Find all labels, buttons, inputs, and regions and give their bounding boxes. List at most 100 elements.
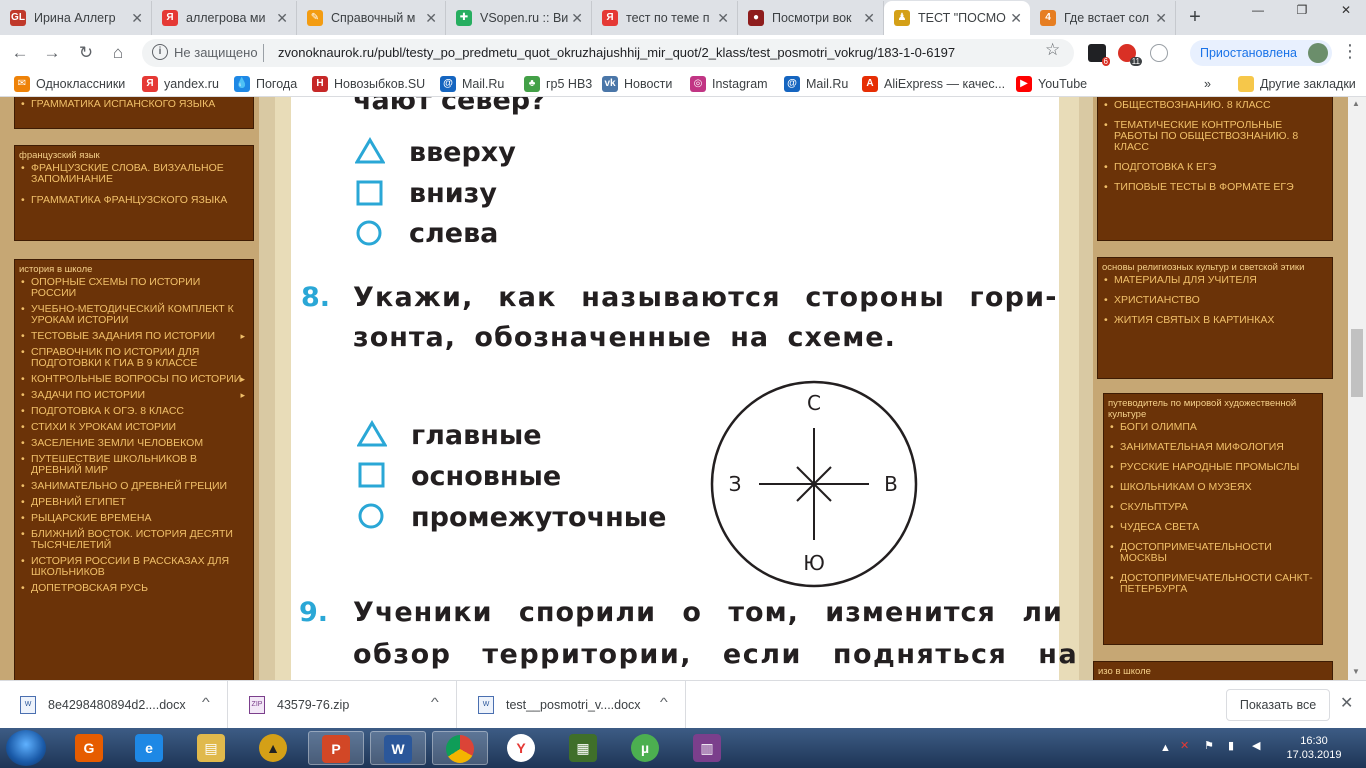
circle-icon[interactable] [357, 502, 387, 530]
square-icon[interactable] [357, 461, 387, 489]
taskbar-ie[interactable]: e [122, 731, 178, 765]
sidebar-link[interactable]: ЖИТИЯ СВЯТЫХ В КАРТИНКАХ [1098, 315, 1332, 327]
menu-kebab-icon[interactable]: ⋮ [1340, 41, 1360, 62]
q8-option-1[interactable]: главные [411, 420, 542, 451]
q7-option-3[interactable]: слева [409, 218, 498, 249]
sidebar-link[interactable]: БЛИЖНИЙ ВОСТОК. ИСТОРИЯ ДЕСЯТИ ТЫСЯЧЕЛЕТ… [15, 529, 253, 551]
bookmark-7[interactable]: ◎ Instagram [690, 75, 768, 93]
chevron-up-icon[interactable]: ^ [202, 695, 210, 709]
q7-option-1[interactable]: вверху [409, 137, 516, 168]
tray-volume-icon[interactable]: ◀ [1252, 739, 1260, 752]
download-item[interactable]: W 8e4298480894d2....docx ^ [0, 681, 228, 729]
tray-expand-icon[interactable]: ▲ [1160, 742, 1171, 754]
sidebar-link[interactable]: СТИХИ К УРОКАМ ИСТОРИИ [15, 422, 253, 434]
tab-7[interactable]: 4 Где встает сол ✕ [1030, 1, 1176, 35]
taskbar-pdf-app[interactable]: G [62, 731, 118, 765]
sidebar-link[interactable]: СПРАВОЧНИК ПО ИСТОРИИ ДЛЯ ПОДГОТОВКИ К Г… [15, 347, 253, 369]
bookmark-0[interactable]: ✉ Одноклассники [14, 75, 125, 93]
bookmark-2[interactable]: 💧 Погода [234, 75, 297, 93]
page-scrollbar[interactable]: ▲ ▼ [1348, 97, 1366, 680]
sidebar-link[interactable]: ЗАСЕЛЕНИЕ ЗЕМЛИ ЧЕЛОВЕКОМ [15, 438, 253, 450]
q8-option-3[interactable]: промежуточные [411, 502, 667, 533]
triangle-icon[interactable] [357, 420, 387, 448]
tab-close-icon[interactable]: ✕ [276, 1, 288, 35]
sidebar-link[interactable]: ДОПЕТРОВСКАЯ РУСЬ [15, 583, 253, 595]
scroll-thumb[interactable] [1351, 329, 1363, 397]
bookmark-10[interactable]: ▶ YouTube [1016, 75, 1087, 93]
sidebar-link[interactable]: ЗАНИМАТЕЛЬНАЯ МИФОЛОГИЯ [1104, 442, 1322, 454]
tab-4[interactable]: Ятест по теме п ✕ [592, 1, 738, 35]
profile-paused-button[interactable]: Приостановлена [1190, 40, 1332, 66]
tab-1[interactable]: Яаллегрова ми ✕ [152, 1, 297, 35]
q7-option-2[interactable]: внизу [409, 178, 497, 209]
taskbar-yandex-browser[interactable]: Y [494, 731, 550, 765]
chevron-up-icon[interactable]: ^ [431, 695, 439, 709]
start-button[interactable] [6, 730, 46, 766]
taskbar-archive-app[interactable]: ▲ [246, 731, 302, 765]
close-downloads-icon[interactable]: ✕ [1340, 693, 1353, 713]
tab-close-icon[interactable]: ✕ [131, 1, 143, 35]
taskbar-chrome[interactable] [432, 731, 488, 765]
download-item[interactable]: ZIP 43579-76.zip ^ [229, 681, 457, 729]
sidebar-link[interactable]: ТИПОВЫЕ ТЕСТЫ В ФОРМАТЕ ЕГЭ [1098, 182, 1332, 194]
sidebar-link[interactable]: ДРЕВНИЙ ЕГИПЕТ [15, 497, 253, 509]
taskbar-clock[interactable]: 16:30 17.03.2019 [1284, 734, 1344, 762]
taskbar-monitor-app[interactable]: ▦ [556, 731, 612, 765]
sidebar-link[interactable]: БОГИ ОЛИМПА [1104, 422, 1322, 434]
maximize-button[interactable]: ❐ [1280, 0, 1324, 20]
sidebar-link[interactable]: ДОСТОПРИМЕЧАТЕЛЬНОСТИ САНКТ-ПЕТЕРБУРГА [1104, 573, 1322, 595]
q8-option-2[interactable]: основные [411, 461, 561, 492]
extension-icon[interactable]: 11 [1118, 44, 1142, 66]
sidebar-link[interactable]: ПОДГОТОВКА К ОГЭ. 8 КЛАСС [15, 406, 253, 418]
sidebar-link[interactable]: ИСТОРИЯ РОССИИ В РАССКАЗАХ ДЛЯ ШКОЛЬНИКО… [15, 556, 253, 578]
bookmark-4[interactable]: @ Mail.Ru [440, 75, 504, 93]
chevron-up-icon[interactable]: ^ [660, 695, 668, 709]
tray-flag-icon[interactable]: ⚑ [1204, 739, 1214, 752]
tab-close-icon[interactable]: ✕ [863, 1, 875, 35]
bookmark-1[interactable]: Яyandex.ru [142, 75, 219, 93]
tray-network-error-icon[interactable]: ✕ [1180, 739, 1189, 752]
sidebar-link[interactable]: ЧУДЕСА СВЕТА [1104, 522, 1322, 534]
bookmarks-overflow-chevron[interactable]: » [1204, 75, 1211, 93]
back-arrow-icon[interactable]: ← [8, 41, 32, 65]
sidebar-link[interactable]: СКУЛЬПТУРА [1104, 502, 1322, 514]
bookmark-3[interactable]: H Новозыбков.SU [312, 75, 425, 93]
sidebar-link[interactable]: ПОДГОТОВКА К ЕГЭ [1098, 162, 1332, 174]
forward-arrow-icon[interactable]: → [40, 41, 64, 65]
sidebar-link[interactable]: ХРИСТИАНСТВО [1098, 295, 1332, 307]
sidebar-link[interactable]: ЗАДАЧИ ПО ИСТОРИИ ▸ [15, 390, 253, 402]
extension-icon[interactable]: 6 [1088, 44, 1110, 66]
sidebar-link[interactable]: ФРАНЦУЗСКИЕ СЛОВА. ВИЗУАЛЬНОЕ ЗАПОМИНАНИ… [15, 163, 253, 185]
close-window-button[interactable]: ✕ [1324, 0, 1366, 20]
address-bar[interactable]: i Не защищено zvonoknaurok.ru/publ/testy… [142, 39, 1074, 67]
bookmark-8[interactable]: @ Mail.Ru [784, 75, 848, 93]
circle-icon[interactable] [355, 219, 385, 247]
triangle-icon[interactable] [355, 137, 385, 165]
tab-0[interactable]: GL Ирина Аллегр ✕ [0, 1, 152, 35]
tab-5[interactable]: ● Посмотри вок ✕ [738, 1, 884, 35]
sidebar-link[interactable]: РЫЦАРСКИЕ ВРЕМЕНА [15, 513, 253, 525]
scroll-down-icon[interactable]: ▼ [1352, 667, 1360, 676]
sidebar-link[interactable]: ШКОЛЬНИКАМ О МУЗЕЯХ [1104, 482, 1322, 494]
download-item[interactable]: Wtest__posmotri_v....docx ^ [458, 681, 686, 729]
sidebar-link[interactable]: ЗАНИМАТЕЛЬНО О ДРЕВНЕЙ ГРЕЦИИ [15, 481, 253, 493]
bookmark-6[interactable]: vk Новости [602, 75, 672, 93]
square-icon[interactable] [355, 179, 385, 207]
other-bookmarks-folder[interactable]: Другие закладки [1238, 75, 1356, 93]
sidebar-link[interactable]: ТЕСТОВЫЕ ЗАДАНИЯ ПО ИСТОРИИ ▸ [15, 331, 253, 343]
bookmark-star-icon[interactable]: ☆ [1045, 40, 1060, 60]
url-text[interactable]: zvonoknaurok.ru/publ/testy_po_predmetu_q… [278, 45, 955, 60]
new-tab-button[interactable]: + [1182, 6, 1208, 30]
bookmark-5[interactable]: ♣ гр5 НВ3 [524, 75, 592, 93]
sidebar-link[interactable]: ТЕМАТИЧЕСКИЕ КОНТРОЛЬНЫЕ РАБОТЫ ПО ОБЩЕС… [1098, 120, 1332, 153]
tab-2[interactable]: ✎ Справочный м ✕ [297, 1, 446, 35]
sidebar-link[interactable]: ДОСТОПРИМЕЧАТЕЛЬНОСТИ МОСКВЫ [1104, 542, 1322, 564]
taskbar-winrar[interactable]: ▥ [680, 731, 736, 765]
sidebar-link[interactable]: УЧЕБНО-МЕТОДИЧЕСКИЙ КОМПЛЕКТ К УРОКАМ ИС… [15, 304, 253, 326]
tray-signal-icon[interactable]: ▮ [1228, 739, 1234, 752]
tab-close-icon[interactable]: ✕ [1010, 1, 1022, 35]
tab-close-icon[interactable]: ✕ [1155, 1, 1167, 35]
sidebar-link[interactable]: МАТЕРИАЛЫ ДЛЯ УЧИТЕЛЯ [1098, 275, 1332, 287]
sidebar-link[interactable]: ГРАММАТИКА ИСПАНСКОГО ЯЗЫКА [15, 99, 253, 111]
bookmark-9[interactable]: A AliExpress — качес... [862, 75, 1005, 93]
